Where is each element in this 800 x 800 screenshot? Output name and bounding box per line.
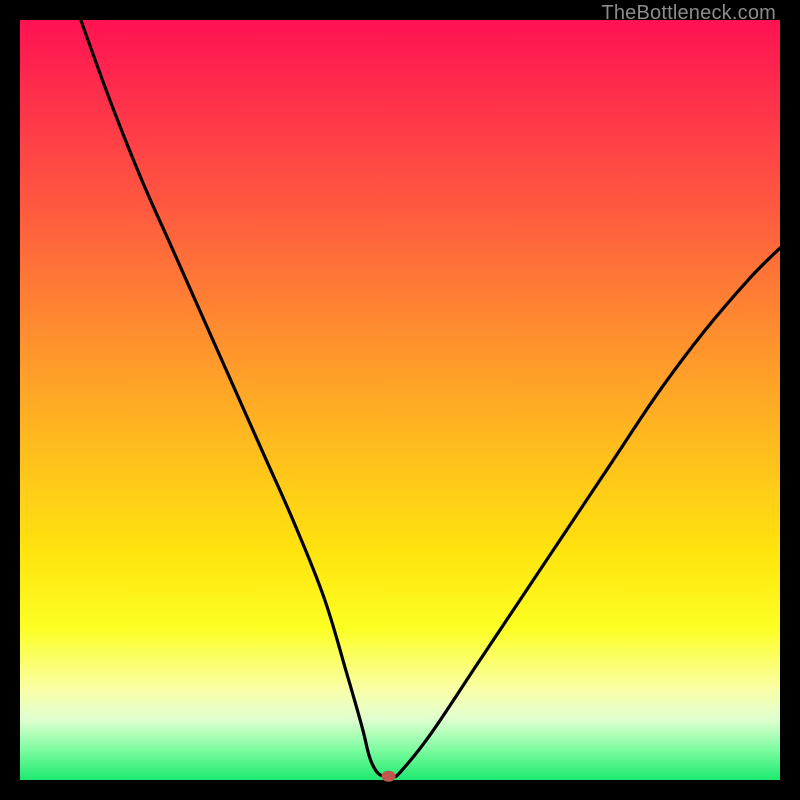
bottleneck-curve [81, 20, 780, 777]
chart-frame: TheBottleneck.com [0, 0, 800, 800]
marker-dot [382, 771, 396, 782]
curve-svg [20, 20, 780, 780]
plot-area [20, 20, 780, 780]
